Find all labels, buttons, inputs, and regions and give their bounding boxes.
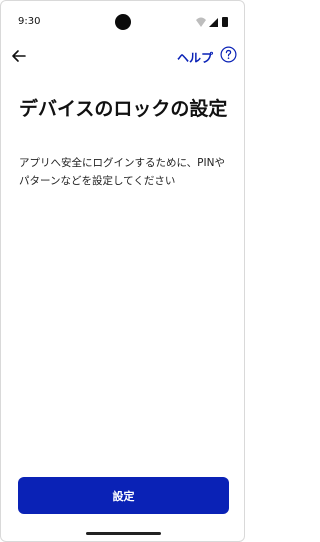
phone-screen: 9:30 ヘルプ デバイスのロックの設定 アプリへ安全にログインするために、PI… — [0, 0, 245, 542]
top-app-bar: ヘルプ — [1, 46, 244, 70]
battery-icon — [222, 17, 228, 27]
camera-cutout — [115, 14, 131, 30]
arrow-left-icon[interactable] — [10, 47, 28, 65]
question-circle-icon[interactable] — [220, 46, 237, 63]
help-link[interactable]: ヘルプ — [177, 49, 213, 66]
status-time: 9:30 — [18, 16, 41, 27]
page-description: アプリへ安全にログインするために、PINやパターンなどを設定してください — [19, 157, 225, 187]
signal-icon — [209, 18, 218, 27]
home-indicator[interactable] — [86, 532, 161, 535]
status-bar: 9:30 — [1, 1, 244, 43]
status-icons — [196, 17, 228, 27]
page-title: デバイスのロックの設定 — [19, 98, 228, 120]
setup-button[interactable]: 設定 — [18, 477, 229, 514]
wifi-icon — [196, 17, 206, 27]
